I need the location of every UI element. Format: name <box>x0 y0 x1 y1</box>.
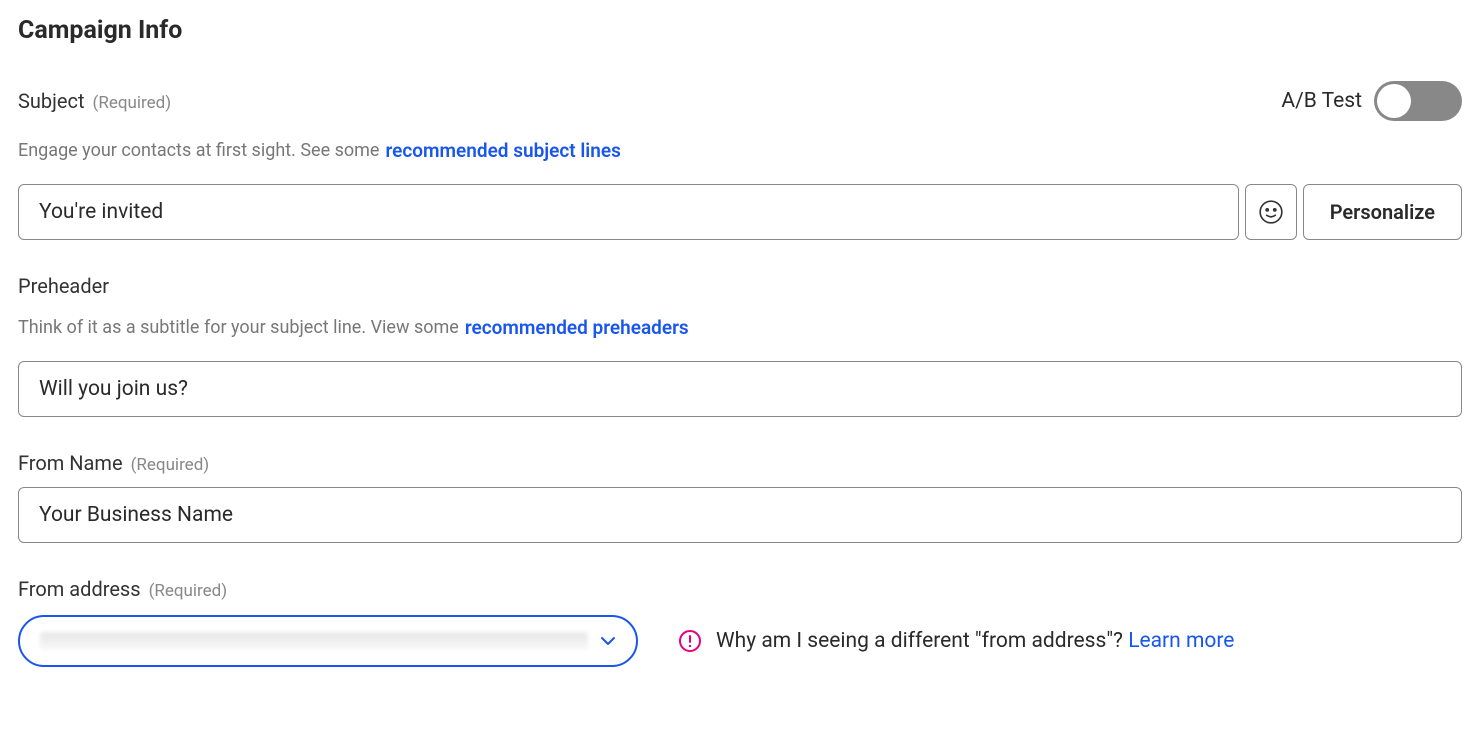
ab-test-label: A/B Test <box>1281 89 1362 113</box>
from-address-value-blurred <box>40 632 588 650</box>
from-name-section: From Name (Required) <box>18 451 1462 543</box>
from-address-required-tag: (Required) <box>149 581 228 601</box>
ab-test-toggle[interactable] <box>1374 81 1462 121</box>
subject-required-tag: (Required) <box>93 93 172 113</box>
recommended-preheaders-link[interactable]: recommended preheaders <box>465 316 689 339</box>
from-address-section: From address (Required) Why am I seeing … <box>18 577 1462 667</box>
subject-input[interactable] <box>18 184 1239 240</box>
from-name-label: From Name <box>18 451 123 475</box>
from-name-input[interactable] <box>18 487 1462 543</box>
preheader-input[interactable] <box>18 361 1462 417</box>
emoji-button[interactable] <box>1245 184 1297 240</box>
preheader-helper-text: Think of it as a subtitle for your subje… <box>18 317 459 338</box>
chevron-down-icon <box>600 636 616 646</box>
personalize-button[interactable]: Personalize <box>1303 184 1462 240</box>
learn-more-link[interactable]: Learn more <box>1128 629 1234 653</box>
from-name-required-tag: (Required) <box>131 455 210 475</box>
smiley-icon <box>1258 199 1284 225</box>
recommended-subject-lines-link[interactable]: recommended subject lines <box>385 139 620 162</box>
from-address-info-text: Why am I seeing a different "from addres… <box>716 629 1123 653</box>
alert-circle-icon <box>678 629 702 653</box>
from-address-select[interactable] <box>18 615 638 667</box>
preheader-section: Preheader Think of it as a subtitle for … <box>18 274 1462 417</box>
page-title: Campaign Info <box>18 16 1462 45</box>
from-address-label: From address <box>18 577 141 601</box>
subject-section: Subject (Required) A/B Test Engage your … <box>18 81 1462 240</box>
subject-label: Subject <box>18 89 85 113</box>
from-address-info: Why am I seeing a different "from addres… <box>678 629 1234 653</box>
subject-helper-text: Engage your contacts at first sight. See… <box>18 140 379 161</box>
preheader-label: Preheader <box>18 274 109 298</box>
